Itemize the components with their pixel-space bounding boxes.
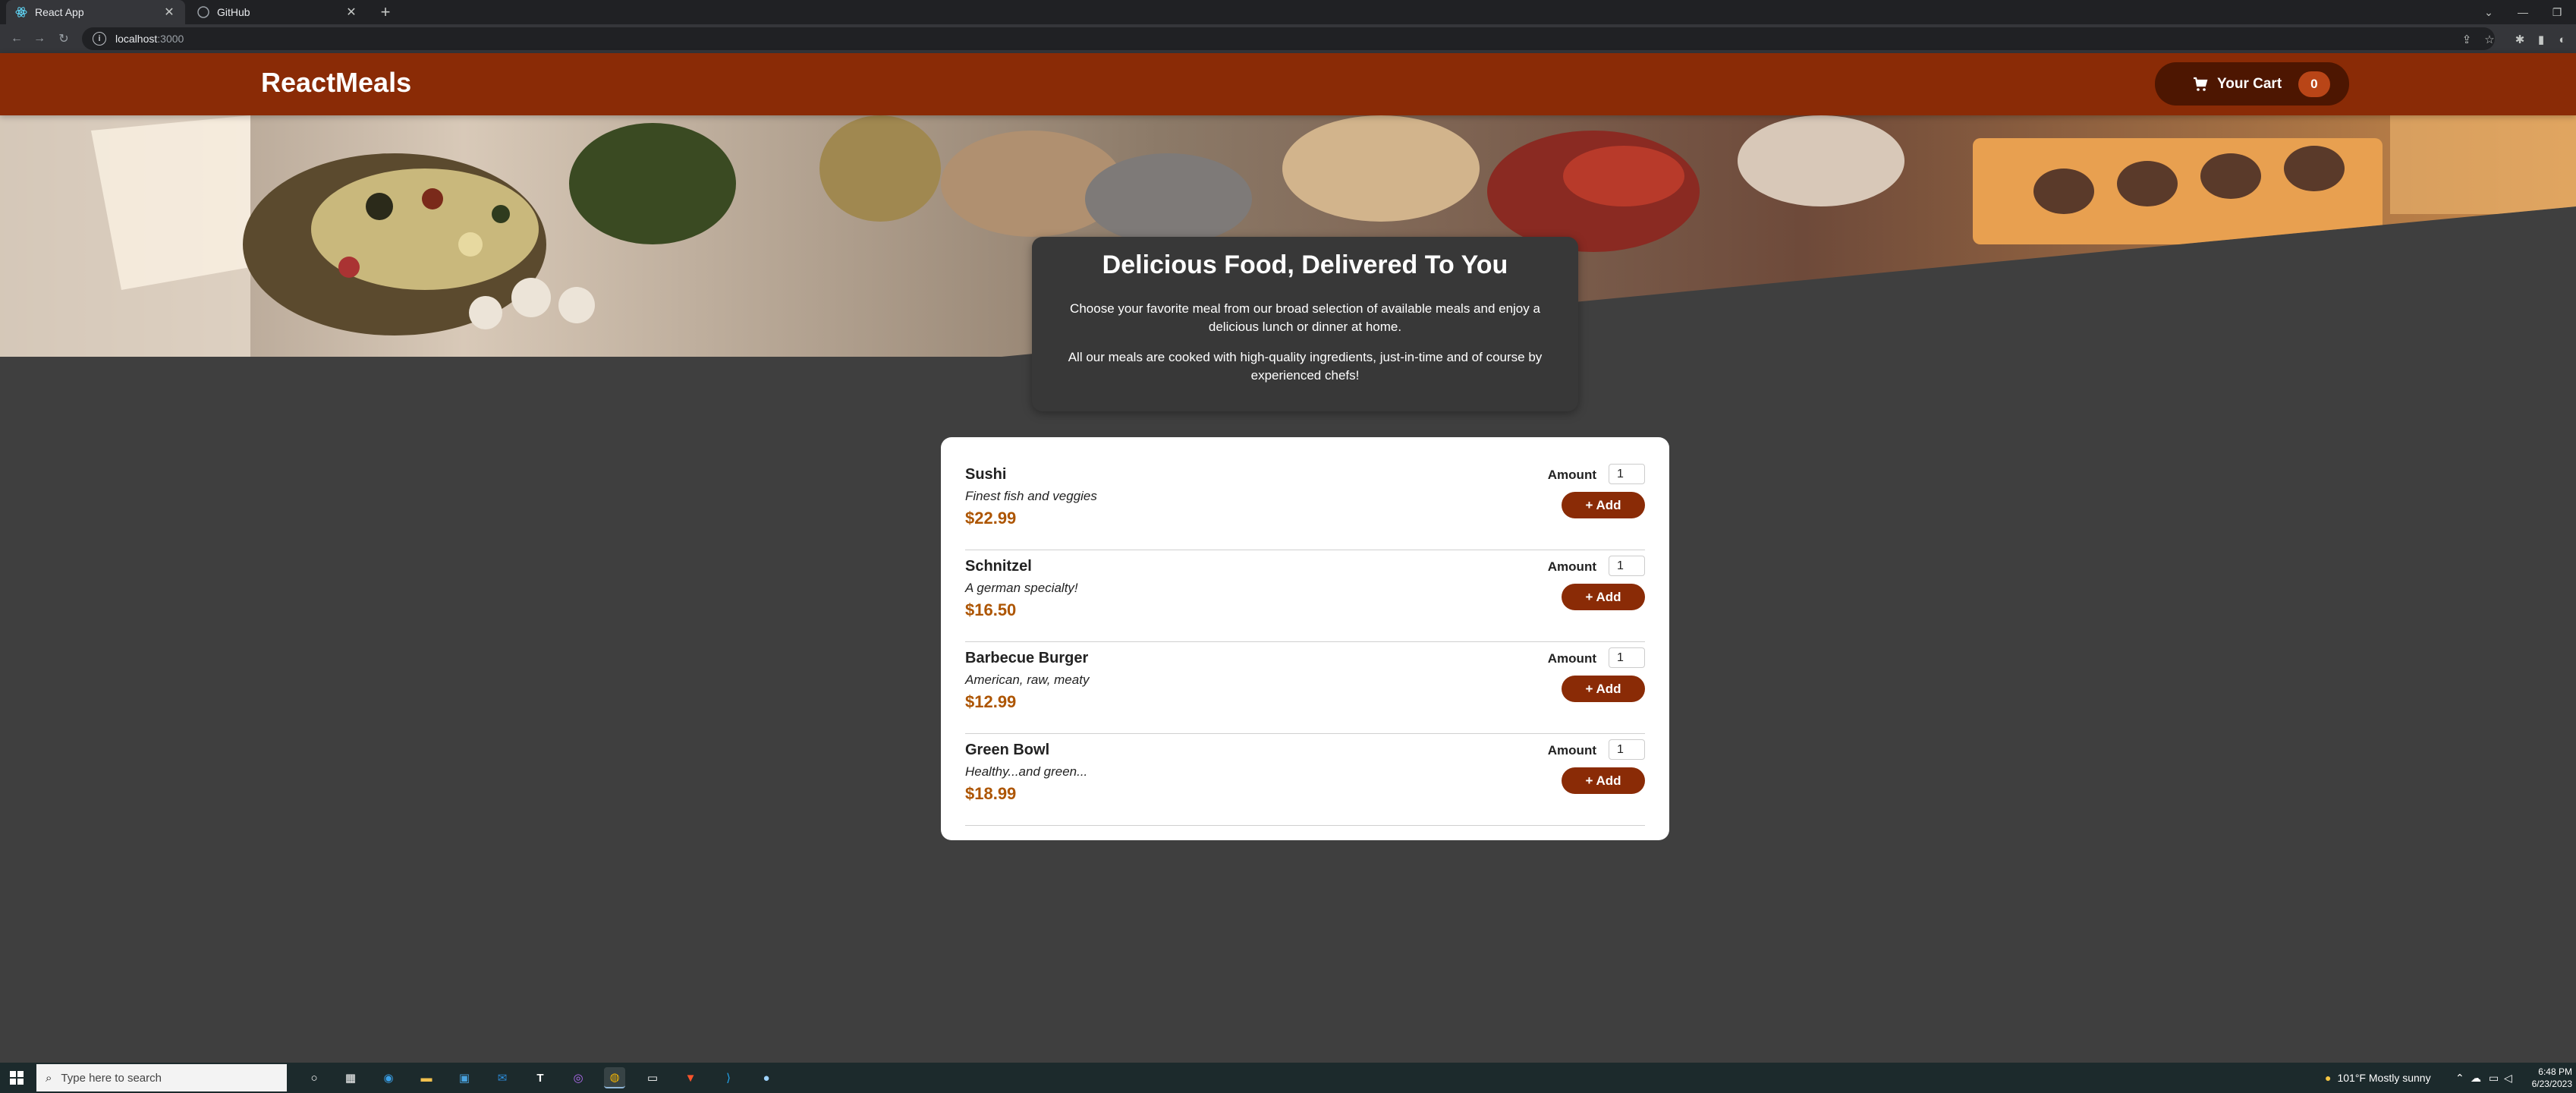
store-icon[interactable]: ▣ [454, 1067, 475, 1088]
browser-tab-strip: React App ✕ GitHub ✕ + ⌄ — ❐ [0, 0, 2576, 24]
tab-title: React App [35, 6, 84, 18]
app-header: ReactMeals Your Cart 0 [0, 53, 2576, 115]
add-to-cart-button[interactable]: + Add [1562, 767, 1645, 794]
podcast-app-icon[interactable]: ◎ [568, 1067, 589, 1088]
amount-input[interactable] [1609, 464, 1645, 484]
tray-chevron-icon[interactable]: ⌃ [2455, 1063, 2464, 1093]
weather-widget[interactable]: ● 101°F Mostly sunny [2325, 1063, 2431, 1093]
site-info-icon[interactable]: i [93, 32, 106, 46]
meal-price: $16.50 [965, 600, 1017, 619]
brand-title: ReactMeals [261, 67, 412, 98]
amount-input[interactable] [1609, 647, 1645, 668]
add-to-cart-button[interactable]: + Add [1562, 676, 1645, 702]
chrome-icon[interactable]: ◍ [604, 1067, 625, 1088]
url-port: :3000 [157, 33, 184, 45]
cart-icon [2194, 77, 2208, 91]
taskbar-search-placeholder: Type here to search [61, 1071, 162, 1085]
add-to-cart-button[interactable]: + Add [1562, 584, 1645, 610]
summary-paragraph-1: Choose your favorite meal from our broad… [1070, 301, 1540, 334]
amount-input[interactable] [1609, 556, 1645, 576]
summary-paragraph-2: All our meals are cooked with high-quali… [1068, 350, 1543, 383]
windows-taskbar: ⌕ Type here to search ○ ▦ ◉ ▬ ▣ ✉ T ◎ ◍ … [0, 1063, 2576, 1093]
profile-avatar-icon[interactable]: ◐ [2554, 31, 2571, 48]
typora-icon[interactable]: T [530, 1067, 551, 1088]
vscode-icon[interactable]: ⟩ [718, 1067, 739, 1088]
github-favicon-icon [197, 6, 209, 18]
volume-icon[interactable]: ◁ [2504, 1063, 2512, 1093]
share-icon[interactable]: ⇪ [2458, 31, 2475, 48]
network-icon[interactable]: ▭ [2489, 1063, 2499, 1093]
meal-item-sushi: Sushi Finest fish and veggies $22.99 Amo… [965, 458, 1645, 550]
weather-text: 101°F Mostly sunny [2337, 1072, 2431, 1084]
restore-icon[interactable]: ❐ [2538, 0, 2576, 24]
react-favicon-icon [15, 6, 27, 18]
github-desktop-icon[interactable]: ● [756, 1067, 777, 1088]
tab-react-app[interactable]: React App ✕ [6, 0, 185, 24]
amount-label: Amount [1547, 468, 1596, 482]
cortana-icon[interactable]: ○ [304, 1067, 325, 1088]
meal-item-green-bowl: Green Bowl Healthy...and green... $18.99… [965, 734, 1645, 826]
forward-icon[interactable]: → [30, 30, 49, 48]
amount-label: Amount [1547, 559, 1596, 574]
meal-item-barbecue-burger: Barbecue Burger American, raw, meaty $12… [965, 642, 1645, 734]
available-meals-card: Sushi Finest fish and veggies $22.99 Amo… [941, 437, 1669, 840]
file-explorer-icon[interactable]: ▬ [416, 1067, 437, 1088]
amount-label: Amount [1547, 743, 1596, 758]
cart-label: Your Cart [2217, 75, 2282, 92]
address-bar[interactable]: i localhost:3000 [82, 27, 2495, 50]
clock-time: 6:48 PM [2538, 1066, 2572, 1077]
meal-description: Finest fish and veggies [965, 489, 1097, 503]
meals-summary-card: Delicious Food, Delivered To You Choose … [1032, 237, 1578, 411]
meal-description: A german specialty! [965, 581, 1078, 595]
task-view-icon[interactable]: ▦ [340, 1067, 361, 1088]
meal-name: Barbecue Burger [965, 650, 1089, 666]
cart-count-badge: 0 [2298, 71, 2330, 97]
tab-search-icon[interactable]: ⌄ [2470, 0, 2508, 24]
meal-price: $22.99 [965, 509, 1017, 528]
tab-close-icon[interactable]: ✕ [162, 5, 176, 19]
amount-input[interactable] [1609, 739, 1645, 760]
meal-name: Green Bowl [965, 742, 1050, 758]
minimize-icon[interactable]: — [2504, 0, 2542, 24]
taskbar-clock[interactable]: 6:48 PM 6/23/2023 [2519, 1066, 2572, 1090]
meal-description: Healthy...and green... [965, 764, 1088, 779]
new-tab-icon[interactable]: + [376, 2, 395, 21]
tab-github[interactable]: GitHub ✕ [188, 0, 367, 24]
edge-icon[interactable]: ◉ [378, 1067, 399, 1088]
browser-toolbar: ← → ↻ i localhost:3000 ⇪ ☆ ✱ ▮ ◐ [0, 24, 2576, 53]
meal-item-schnitzel: Schnitzel A german specialty! $16.50 Amo… [965, 550, 1645, 642]
taskbar-search-box[interactable]: ⌕ Type here to search [36, 1064, 287, 1091]
clock-date: 6/23/2023 [2531, 1079, 2572, 1089]
summary-title: Delicious Food, Delivered To You [1102, 250, 1508, 279]
meal-price: $18.99 [965, 784, 1017, 803]
meal-price: $12.99 [965, 692, 1017, 711]
add-to-cart-button[interactable]: + Add [1562, 492, 1645, 518]
mail-icon[interactable]: ✉ [492, 1067, 513, 1088]
back-icon[interactable]: ← [8, 30, 26, 48]
side-panel-icon[interactable]: ▮ [2533, 31, 2549, 48]
weather-sun-icon: ● [2325, 1072, 2332, 1084]
terminal-icon[interactable]: ▭ [642, 1067, 663, 1088]
meal-name: Sushi [965, 466, 1007, 483]
tab-close-icon[interactable]: ✕ [344, 5, 358, 19]
reload-icon[interactable]: ↻ [55, 30, 73, 48]
url-host: localhost [115, 33, 158, 45]
tab-title: GitHub [217, 6, 250, 18]
search-icon: ⌕ [46, 1071, 52, 1085]
windows-start-icon[interactable] [6, 1067, 27, 1088]
cart-button[interactable]: Your Cart 0 [2155, 62, 2349, 106]
brave-icon[interactable]: ▼ [680, 1067, 701, 1088]
bookmark-star-icon[interactable]: ☆ [2481, 31, 2498, 48]
onedrive-icon[interactable]: ☁ [2471, 1063, 2481, 1093]
extensions-icon[interactable]: ✱ [2512, 31, 2528, 48]
meal-description: American, raw, meaty [965, 672, 1090, 687]
meal-name: Schnitzel [965, 558, 1032, 575]
amount-label: Amount [1547, 651, 1596, 666]
